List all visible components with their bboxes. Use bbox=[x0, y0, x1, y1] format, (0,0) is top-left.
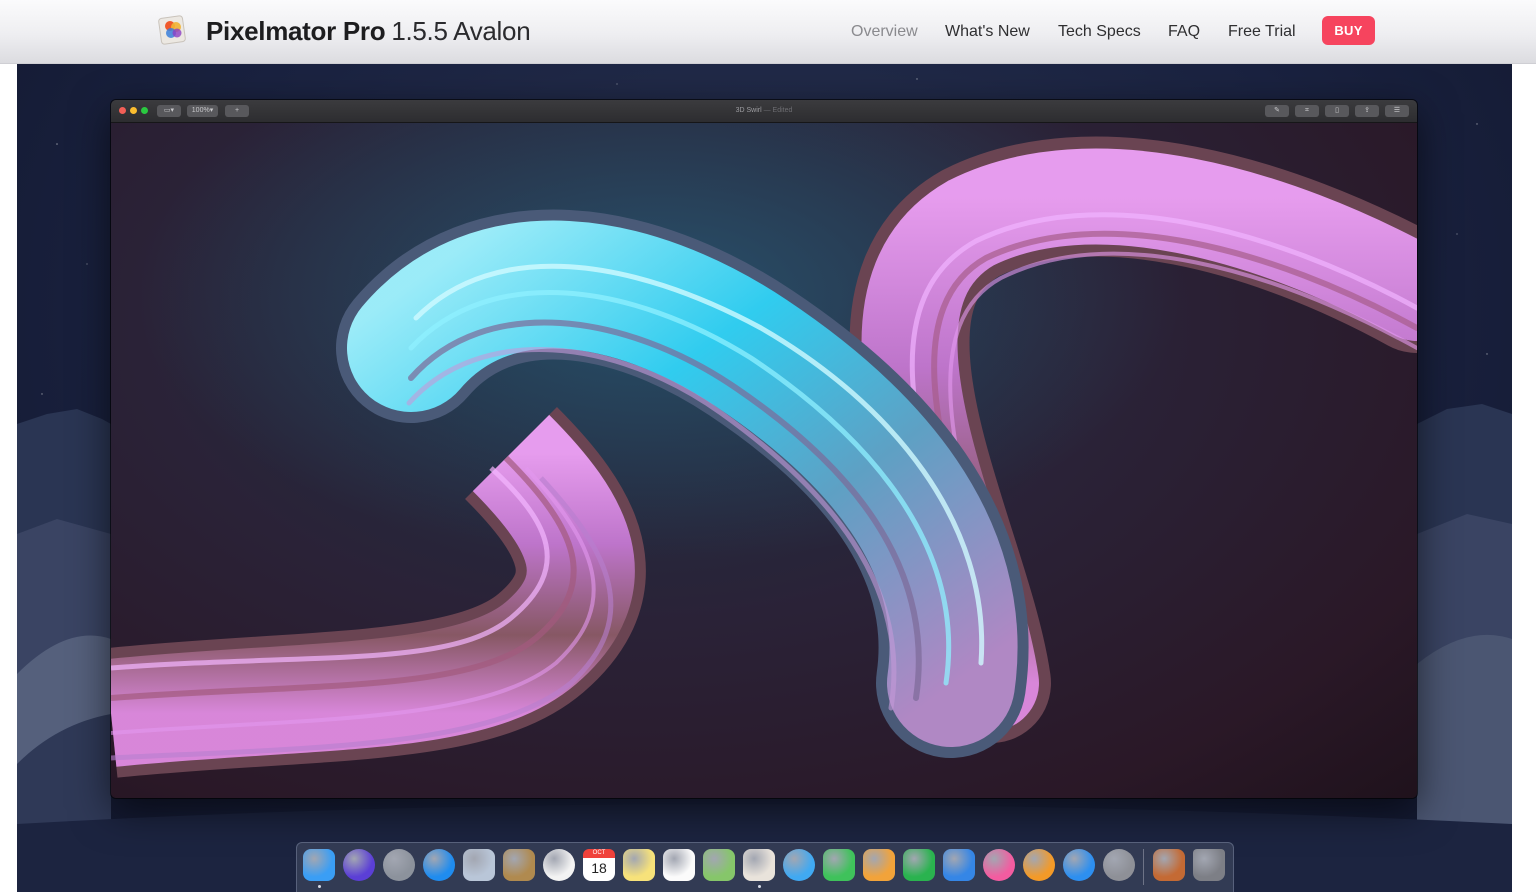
downloads-stack-icon[interactable] bbox=[1153, 849, 1185, 881]
maps-icon[interactable] bbox=[703, 849, 735, 881]
nav-free-trial[interactable]: Free Trial bbox=[1228, 20, 1296, 44]
adjustments-icon[interactable]: ☰ bbox=[1385, 105, 1409, 117]
running-indicator bbox=[758, 885, 761, 888]
nav-overview[interactable]: Overview bbox=[851, 20, 918, 44]
contacts-icon[interactable] bbox=[503, 849, 535, 881]
paint-tool-icon[interactable]: ✎ bbox=[1265, 105, 1289, 117]
app-version: 1.5.5 Avalon bbox=[391, 16, 531, 46]
siri-icon[interactable] bbox=[343, 849, 375, 881]
numbers-icon[interactable] bbox=[903, 849, 935, 881]
messages-icon[interactable] bbox=[783, 849, 815, 881]
app-store-icon[interactable] bbox=[1063, 849, 1095, 881]
pixelmator-logo-icon[interactable] bbox=[156, 12, 192, 48]
mail-icon[interactable] bbox=[463, 849, 495, 881]
calendar-day: 18 bbox=[591, 860, 607, 876]
pixelmator-pro-icon[interactable] bbox=[743, 849, 775, 881]
ibooks-icon[interactable] bbox=[1023, 849, 1055, 881]
document-state: — Edited bbox=[763, 107, 793, 114]
page-title[interactable]: Pixelmator Pro 1.5.5 Avalon bbox=[206, 13, 531, 49]
nav-faq[interactable]: FAQ bbox=[1168, 20, 1200, 44]
running-indicator bbox=[318, 885, 321, 888]
facetime-icon[interactable] bbox=[823, 849, 855, 881]
swirl-artwork bbox=[111, 123, 1417, 798]
nav-whats-new[interactable]: What's New bbox=[945, 20, 1030, 44]
document-title: 3D Swirl — Edited bbox=[111, 105, 1417, 117]
safari-icon[interactable] bbox=[423, 849, 455, 881]
share-icon[interactable]: ⇪ bbox=[1355, 105, 1379, 117]
photos-icon[interactable] bbox=[543, 849, 575, 881]
trash-icon[interactable] bbox=[1193, 849, 1225, 881]
app-name: Pixelmator Pro bbox=[206, 16, 386, 46]
crop-tool-icon[interactable]: ⌗ bbox=[1295, 105, 1319, 117]
launchpad-icon[interactable] bbox=[383, 849, 415, 881]
itunes-icon[interactable] bbox=[983, 849, 1015, 881]
macos-dock: OCT 18 bbox=[296, 842, 1234, 892]
system-preferences-icon[interactable] bbox=[1103, 849, 1135, 881]
dock-separator bbox=[1143, 849, 1144, 885]
calendar-icon[interactable]: OCT 18 bbox=[583, 849, 615, 881]
image-canvas[interactable] bbox=[111, 123, 1417, 798]
window-titlebar[interactable]: ▭▾ 100%▾ + 3D Swirl — Edited ✎ ⌗ ▯ ⇪ ☰ bbox=[111, 100, 1417, 123]
hero-desktop: ▭▾ 100%▾ + 3D Swirl — Edited ✎ ⌗ ▯ ⇪ ☰ O… bbox=[17, 64, 1512, 892]
site-header: Pixelmator Pro 1.5.5 Avalon Overview What… bbox=[0, 0, 1536, 64]
calendar-month: OCT bbox=[583, 849, 615, 858]
document-icon[interactable]: ▯ bbox=[1325, 105, 1349, 117]
nav-tech-specs[interactable]: Tech Specs bbox=[1058, 20, 1141, 44]
notes-icon[interactable] bbox=[623, 849, 655, 881]
reminders-icon[interactable] bbox=[663, 849, 695, 881]
keynote-icon[interactable] bbox=[943, 849, 975, 881]
pages-icon[interactable] bbox=[863, 849, 895, 881]
document-name: 3D Swirl bbox=[735, 107, 762, 114]
buy-button[interactable]: BUY bbox=[1322, 16, 1375, 45]
pixelmator-window: ▭▾ 100%▾ + 3D Swirl — Edited ✎ ⌗ ▯ ⇪ ☰ bbox=[111, 100, 1417, 798]
finder-icon[interactable] bbox=[303, 849, 335, 881]
